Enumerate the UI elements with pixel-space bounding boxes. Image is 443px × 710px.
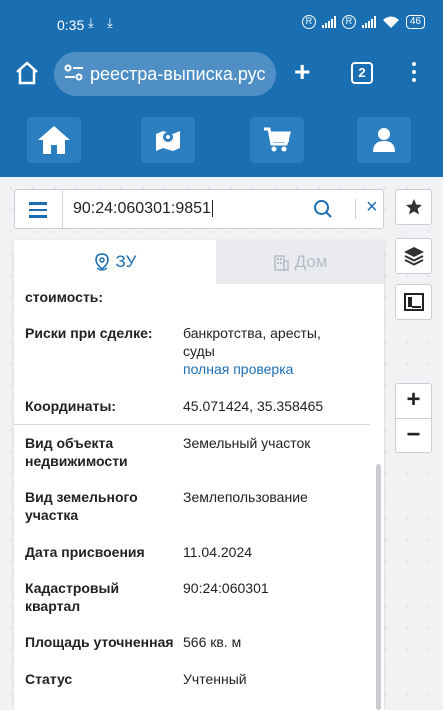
clear-search-button[interactable]: × (366, 196, 378, 219)
browser-menu-button[interactable] (412, 62, 416, 86)
battery-icon: 46 (405, 15, 425, 29)
download-icon: ⤓ (88, 15, 94, 30)
star-icon (405, 199, 422, 215)
new-tab-button[interactable]: + (294, 56, 310, 88)
detail-row-status: Статус Учтенный (14, 670, 370, 692)
panel-tabs: ЗУ Дом (14, 240, 384, 284)
building-icon (273, 254, 289, 271)
address-bar[interactable]: реестра-выписка.рус (54, 52, 276, 96)
signal-icon (321, 16, 336, 28)
ruler-button[interactable] (395, 284, 432, 320)
registered-icon: R (301, 15, 316, 29)
detail-row-land-type: Вид земельного участка Землепользование (14, 488, 370, 528)
status-value: Учтенный (183, 671, 247, 687)
status-bar: 0:35 ⤓ ⤓ R R 46 (0, 0, 443, 50)
site-settings-icon[interactable] (64, 64, 84, 82)
panel-scrollbar[interactable] (376, 464, 381, 710)
hamburger-menu-icon[interactable] (29, 202, 47, 222)
tab-house[interactable]: Дом (216, 240, 384, 284)
nav-cart-button[interactable] (250, 117, 304, 163)
map-pin-icon (94, 253, 109, 271)
status-time: 0:35 (57, 17, 85, 33)
land-type-label: Вид земельного участка (25, 489, 138, 523)
object-type-value: Земельный участок (183, 435, 311, 451)
land-type-value: Землепользование (183, 489, 308, 505)
risks-value: банкротства, аресты, суды (183, 325, 321, 359)
status-label: Статус (25, 671, 73, 687)
wifi-icon (382, 16, 399, 28)
area-value: 566 кв. м (183, 634, 242, 650)
zoom-control: + − (395, 383, 432, 453)
site-nav (0, 105, 443, 177)
nav-map-button[interactable] (141, 117, 195, 163)
home-icon[interactable] (14, 60, 40, 86)
detail-row-area: Площадь уточненная 566 кв. м (14, 633, 370, 655)
area-label: Площадь уточненная (25, 634, 174, 650)
date-value: 11.04.2024 (183, 544, 253, 560)
cart-icon (264, 127, 291, 152)
quarter-value: 90:24:060301 (183, 580, 269, 596)
user-icon (373, 128, 395, 152)
section-divider (14, 424, 370, 425)
browser-toolbar: реестра-выписка.рус + 2 (0, 50, 443, 105)
zoom-in-button[interactable]: + (396, 384, 431, 418)
tab-house-label: Дом (294, 252, 328, 271)
quarter-label: Кадастровый квартал (25, 580, 120, 614)
download-icon: ⤓ (107, 15, 113, 30)
favorite-button[interactable] (395, 189, 432, 225)
tab-land-plot-label: ЗУ (115, 252, 137, 271)
search-input[interactable]: 90:24:060301:9851 (73, 200, 213, 218)
registered-icon: R (341, 15, 356, 29)
url-text: реестра-выписка.рус (90, 64, 266, 84)
layers-icon (403, 247, 424, 266)
nav-home-button[interactable] (27, 117, 81, 163)
detail-row-coordinates: Координаты: 45.071424, 35.358465 (14, 392, 370, 422)
object-info-panel: ЗУ Дом стоимость: Риски при сделке: банк… (14, 240, 384, 710)
ruler-icon (403, 293, 424, 311)
coordinates-value: 45.071424, 35.358465 (183, 398, 324, 414)
detail-row-cost: стоимость: (14, 288, 370, 310)
zoom-out-button[interactable]: − (396, 418, 431, 452)
cadastral-search-box: 90:24:060301:9851 × (14, 189, 384, 229)
home-icon (38, 126, 70, 154)
tab-land-plot[interactable]: ЗУ (14, 240, 216, 284)
coordinates-label: Координаты: (25, 398, 117, 414)
detail-row-risks: Риски при сделке: банкротства, аресты, с… (14, 320, 370, 380)
search-icon[interactable] (313, 199, 333, 219)
detail-row-quarter: Кадастровый квартал 90:24:060301 (14, 579, 370, 619)
date-label: Дата присвоения (25, 544, 145, 560)
nav-account-button[interactable] (357, 117, 411, 163)
full-check-link[interactable]: полная проверка (183, 360, 363, 378)
detail-row-object-type: Вид объекта недвижимости Земельный участ… (14, 434, 370, 474)
cost-label: стоимость: (25, 289, 104, 305)
status-icons: R R 46 (301, 15, 425, 29)
layers-button[interactable] (395, 238, 432, 274)
signal-icon (361, 16, 376, 28)
risks-label: Риски при сделке: (25, 325, 153, 341)
object-type-label: Вид объекта недвижимости (25, 435, 128, 469)
tab-switcher-button[interactable]: 2 (351, 62, 373, 84)
map-pin-icon (156, 131, 180, 151)
detail-row-date: Дата присвоения 11.04.2024 (14, 543, 370, 565)
